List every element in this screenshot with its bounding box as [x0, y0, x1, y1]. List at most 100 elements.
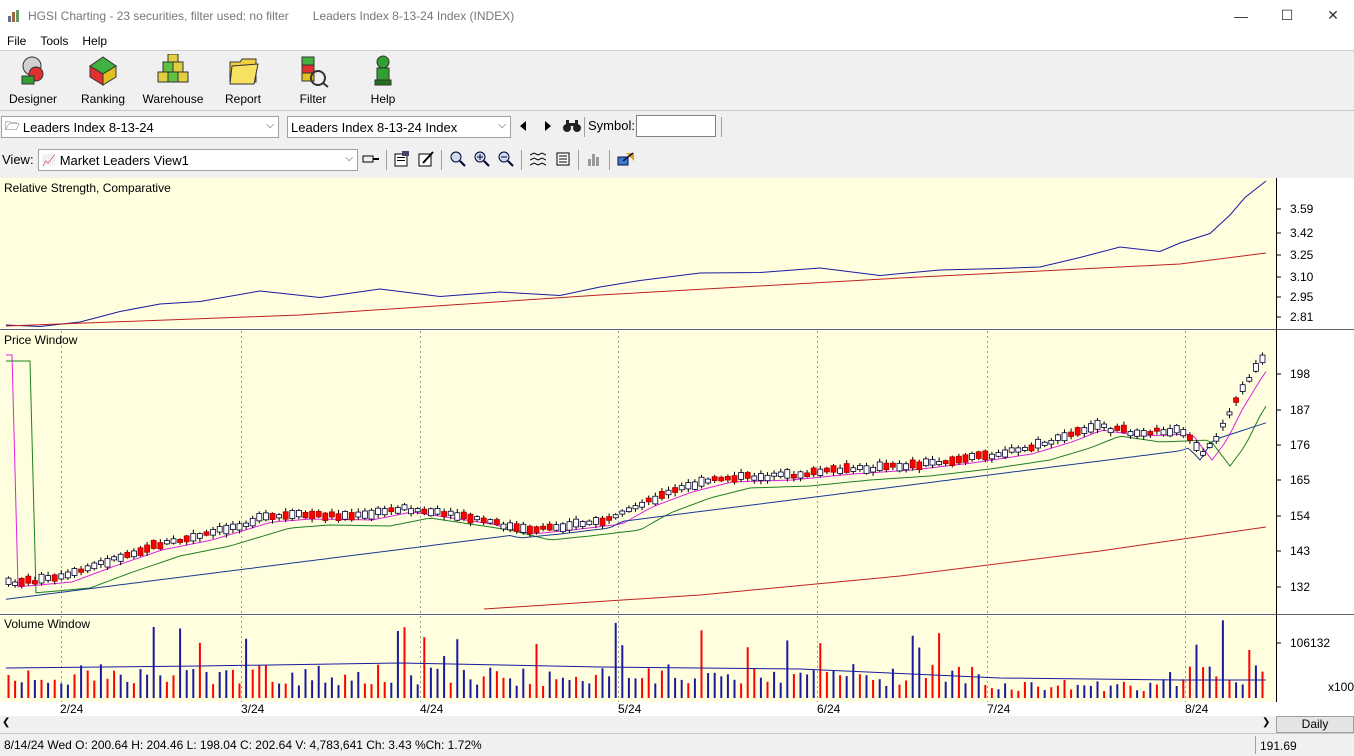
warehouse-button[interactable]: Warehouse: [141, 54, 205, 108]
candle-body: [1055, 434, 1061, 441]
candle-body: [434, 507, 441, 515]
candle-body: [1081, 427, 1088, 434]
candle-body: [124, 551, 131, 558]
table-icon: [556, 152, 570, 166]
minimize-button[interactable]: —: [1218, 0, 1264, 31]
candle-body: [1068, 431, 1074, 437]
candle-body: [1246, 377, 1253, 382]
candle-body: [368, 509, 375, 520]
candle-body: [78, 568, 84, 573]
maximize-button[interactable]: ☐: [1264, 0, 1310, 31]
candle-body: [685, 482, 692, 490]
separator: [721, 117, 722, 137]
price-tick-label: 165: [1290, 473, 1311, 487]
zoom-out-button[interactable]: [496, 149, 516, 169]
chevron-down-icon: ⌵: [345, 153, 353, 164]
candle-body: [1101, 423, 1107, 428]
folder-dropdown[interactable]: 🗁 Leaders Index 8-13-24 ⌵: [1, 116, 279, 138]
candle-body: [705, 478, 711, 484]
x-tick-label: 2/24: [60, 702, 84, 716]
candle-body: [830, 465, 837, 473]
candle-body: [262, 512, 269, 521]
view-settings-button[interactable]: [361, 149, 381, 169]
close-button[interactable]: ✕: [1310, 0, 1354, 31]
view-dropdown[interactable]: 📈 Market Leaders View1 ⌵: [38, 149, 358, 171]
price-pane-bg: [0, 331, 1276, 613]
candle-body: [593, 517, 599, 525]
designer-button[interactable]: Designer: [1, 54, 65, 108]
candle-body: [45, 575, 51, 581]
candle-body: [295, 510, 302, 518]
candle-body: [243, 522, 250, 527]
candle-body: [421, 508, 428, 514]
candle-body: [229, 523, 236, 531]
candle-body: [269, 513, 276, 520]
zoom-button[interactable]: [448, 149, 468, 169]
scroll-track[interactable]: [18, 718, 1256, 731]
arrow-left-icon: [520, 121, 526, 131]
candle-body: [322, 512, 329, 521]
candle-body: [98, 560, 104, 565]
candle-body: [177, 539, 184, 543]
find-button[interactable]: [562, 116, 582, 136]
candle-body: [612, 514, 619, 519]
key-icon: [362, 155, 379, 163]
next-button[interactable]: [538, 116, 558, 136]
symbol-input[interactable]: [636, 115, 716, 137]
candle-body: [969, 452, 975, 461]
candle-body: [652, 495, 659, 505]
volume-tick-label: 106132: [1290, 636, 1331, 650]
candle-body: [1253, 363, 1259, 372]
security-dropdown[interactable]: Leaders Index 8-13-24 Index ⌵: [287, 116, 511, 138]
candle-body: [639, 501, 645, 508]
candle-body: [25, 575, 32, 584]
title-bar: HGSI Charting - 23 securities, filter us…: [0, 0, 1354, 31]
window-title: HGSI Charting - 23 securities, filter us…: [28, 8, 289, 23]
candle-body: [1180, 429, 1187, 437]
chart-canvas[interactable]: [0, 178, 1354, 716]
candle-body: [817, 468, 824, 476]
candle-body: [1187, 434, 1193, 441]
candle-body: [870, 466, 876, 473]
candle-body: [1226, 411, 1233, 416]
menu-file[interactable]: File: [0, 34, 33, 48]
scroll-right-button[interactable]: ❯: [1262, 717, 1276, 732]
properties-button[interactable]: [392, 149, 412, 169]
candle-body: [738, 472, 744, 480]
candle-body: [500, 523, 507, 530]
report-button[interactable]: Report: [211, 54, 275, 108]
indicators-button[interactable]: [528, 149, 548, 169]
cursor-value: 191.69: [1260, 739, 1297, 753]
zoom-in-button[interactable]: [472, 149, 492, 169]
indicators-icon: [530, 152, 546, 166]
ranking-button[interactable]: Ranking: [71, 54, 135, 108]
candle-body: [32, 580, 38, 585]
period-selector[interactable]: Daily: [1276, 716, 1354, 733]
candle-body: [401, 504, 408, 511]
menu-tools[interactable]: Tools: [33, 34, 75, 48]
candle-body: [249, 517, 256, 527]
x-tick-label: 5/24: [618, 702, 642, 716]
export-button[interactable]: [616, 149, 636, 169]
candle-body: [1035, 438, 1041, 449]
candle-body: [619, 510, 626, 515]
candle-body: [1239, 384, 1246, 392]
candle-body: [289, 510, 296, 519]
previous-button[interactable]: [513, 116, 533, 136]
candle-body: [276, 514, 283, 519]
scroll-left-button[interactable]: ❮: [2, 717, 16, 732]
filter-button[interactable]: Filter: [281, 54, 345, 108]
view-row: View: 📈 Market Leaders View1 ⌵: [0, 146, 1354, 174]
menu-bar: File Tools Help: [0, 31, 1354, 51]
menu-help[interactable]: Help: [75, 34, 114, 48]
chart-icon: 📈: [42, 154, 56, 167]
candle-body: [1200, 451, 1206, 456]
candle-body: [989, 453, 995, 460]
candle-body: [84, 565, 91, 572]
candle-body: [573, 518, 579, 528]
data-table-button[interactable]: [553, 149, 573, 169]
chart-type-button[interactable]: [584, 149, 604, 169]
edit-button[interactable]: [416, 149, 436, 169]
x-tick-label: 8/24: [1185, 702, 1209, 716]
help-button[interactable]: Help: [351, 54, 415, 108]
